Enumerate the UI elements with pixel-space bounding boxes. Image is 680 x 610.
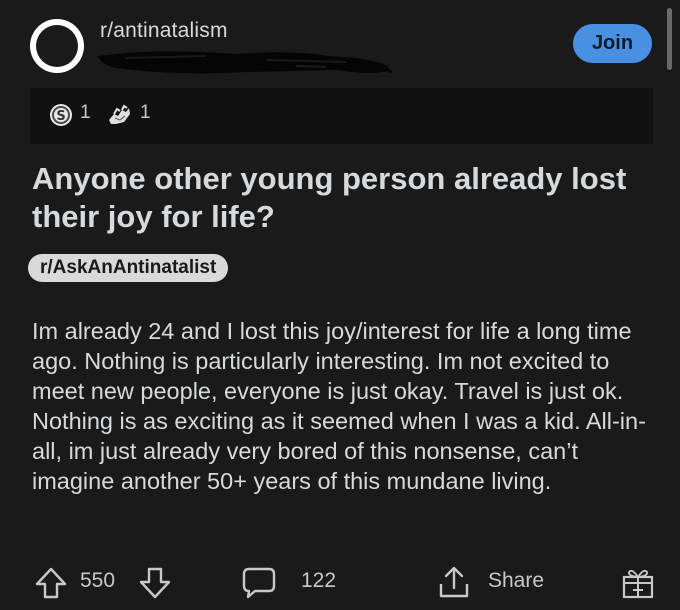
vote-score: 550 bbox=[80, 569, 116, 592]
upvote-icon[interactable] bbox=[34, 566, 68, 600]
svg-text:S: S bbox=[56, 109, 65, 124]
helping-hand-icon bbox=[106, 102, 132, 128]
downvote-icon[interactable] bbox=[138, 566, 172, 600]
subreddit-name[interactable]: r/antinatalism bbox=[100, 19, 228, 43]
redacted-author-scribble bbox=[98, 51, 392, 74]
award-count: 1 bbox=[140, 102, 151, 123]
comment-count[interactable]: 122 bbox=[301, 569, 336, 593]
join-button[interactable]: Join bbox=[573, 24, 652, 63]
share-icon[interactable] bbox=[436, 566, 472, 600]
subreddit-avatar[interactable] bbox=[30, 19, 84, 73]
action-bar: 550 122 Share bbox=[0, 560, 680, 604]
award-count: 1 bbox=[80, 102, 91, 123]
award-gift-icon[interactable] bbox=[620, 566, 656, 600]
share-label[interactable]: Share bbox=[488, 569, 544, 593]
post-title[interactable]: Anyone other young person already lost t… bbox=[32, 160, 652, 236]
post-flair[interactable]: r/AskAnAntinatalist bbox=[28, 254, 229, 282]
post-body: Im already 24 and I lost this joy/intere… bbox=[32, 318, 646, 494]
silver-coin-icon: S bbox=[48, 102, 74, 128]
awards-bar[interactable]: S 1 1 bbox=[30, 88, 653, 144]
comment-icon[interactable] bbox=[241, 566, 277, 600]
scrollbar[interactable] bbox=[667, 8, 672, 70]
